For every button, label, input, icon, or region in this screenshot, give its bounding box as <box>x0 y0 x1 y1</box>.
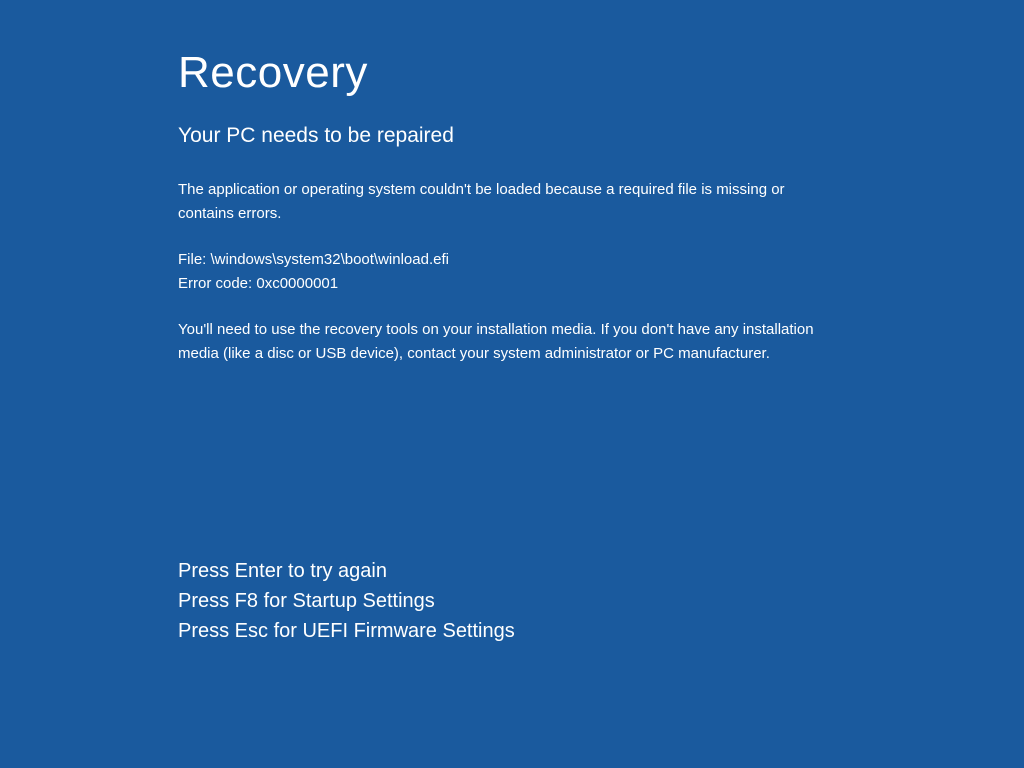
keyboard-actions: Press Enter to try again Press F8 for St… <box>178 556 515 646</box>
error-description: The application or operating system coul… <box>178 178 818 226</box>
error-heading: Your PC needs to be repaired <box>178 124 904 148</box>
error-code-value: 0xc0000001 <box>256 275 338 292</box>
error-code-label: Error code: <box>178 275 256 292</box>
error-code-line: Error code: 0xc0000001 <box>178 272 818 296</box>
action-esc[interactable]: Press Esc for UEFI Firmware Settings <box>178 616 515 646</box>
file-label: File: <box>178 251 211 268</box>
file-line: File: \windows\system32\boot\winload.efi <box>178 248 818 272</box>
page-title: Recovery <box>178 48 904 98</box>
action-f8[interactable]: Press F8 for Startup Settings <box>178 586 515 616</box>
action-enter[interactable]: Press Enter to try again <box>178 556 515 586</box>
file-path: \windows\system32\boot\winload.efi <box>211 251 449 268</box>
recovery-hint: You'll need to use the recovery tools on… <box>178 318 818 366</box>
